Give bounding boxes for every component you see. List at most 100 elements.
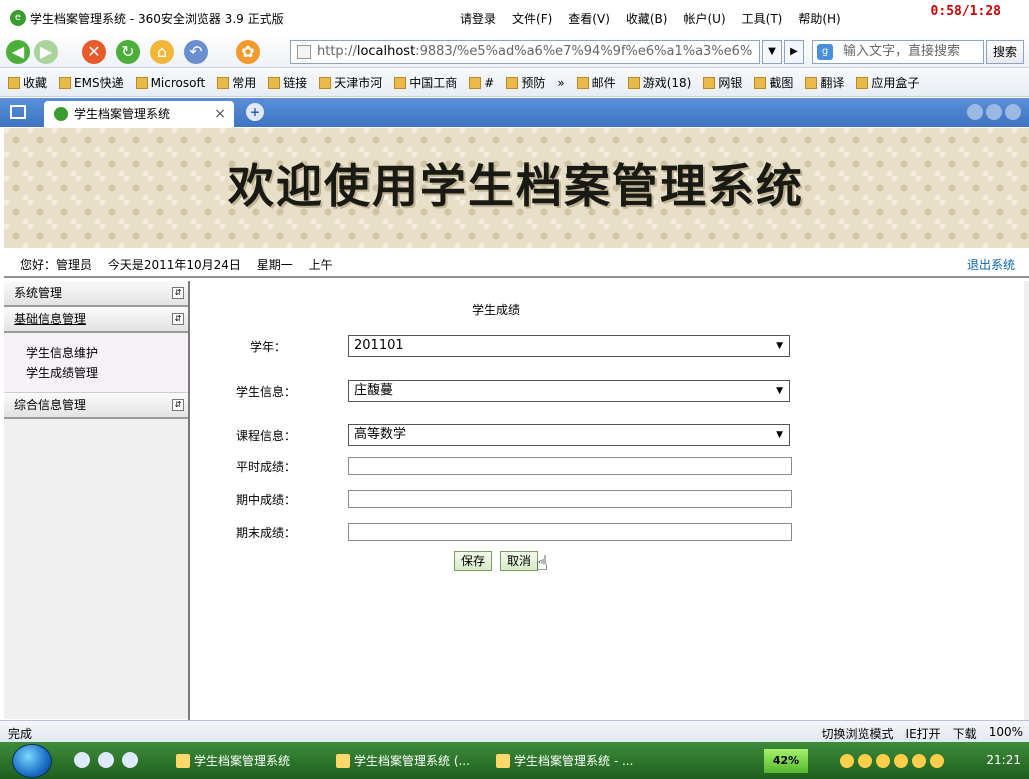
- hand-cursor-icon: ☝: [536, 551, 549, 575]
- undo-close-icon[interactable]: ↶: [184, 40, 208, 64]
- bank-icon: [703, 76, 716, 89]
- menu-account[interactable]: 帐户(U): [683, 10, 725, 27]
- taskbar-item-browser[interactable]: 学生档案管理系统 - ...: [492, 748, 647, 774]
- ie-open-button[interactable]: IE打开: [906, 725, 941, 742]
- window-title: 学生档案管理系统 - 360安全浏览器 3.9 正式版: [30, 11, 284, 26]
- bookmark-favorites[interactable]: 收藏: [8, 74, 47, 91]
- tab-scroll-controls: [967, 104, 1021, 120]
- sidebar-item-student-info[interactable]: 学生信息维护: [26, 343, 188, 363]
- menu-system-management[interactable]: 系统管理 ⇵: [4, 281, 188, 307]
- bookmark-hash[interactable]: #: [469, 76, 494, 90]
- paw-icon[interactable]: ✿: [236, 40, 260, 64]
- menu-favorites[interactable]: 收藏(B): [626, 10, 668, 27]
- address-host: localhost: [356, 44, 416, 59]
- start-button[interactable]: [12, 744, 52, 778]
- menu-tools[interactable]: 工具(T): [742, 10, 783, 27]
- status-text: 完成: [8, 727, 33, 741]
- final-score-input[interactable]: [348, 523, 792, 541]
- tab-list-icon[interactable]: [1005, 104, 1021, 120]
- sidebar-item-score-management[interactable]: 学生成绩管理: [26, 363, 188, 383]
- bookmark-translate[interactable]: 翻译: [805, 74, 844, 91]
- greeting-line: 您好：管理员 今天是2011年10月24日 星期一 上午: [20, 256, 345, 273]
- bookmark-common[interactable]: 常用: [217, 74, 256, 91]
- search-engine-icon[interactable]: g: [817, 44, 833, 60]
- tab-student-archive[interactable]: 学生档案管理系统 ×: [44, 101, 234, 127]
- zoom-level[interactable]: 100%: [989, 725, 1023, 742]
- bookmark-ems[interactable]: EMS快递: [59, 74, 124, 91]
- taskbar-clock: 21:21: [986, 753, 1021, 767]
- bookmark-games[interactable]: 游戏(18): [627, 74, 691, 91]
- refresh-icon[interactable]: ↻: [116, 40, 140, 64]
- tray-icon[interactable]: [876, 754, 890, 768]
- student-select[interactable]: 庄馥蔓 ▼: [348, 380, 790, 402]
- bookmark-screenshot[interactable]: 截图: [754, 74, 793, 91]
- go-arrow-icon[interactable]: ▶: [784, 40, 804, 64]
- address-bar[interactable]: http://localhost:9883/%e5%ad%a6%e7%94%9f…: [290, 40, 760, 64]
- taskbar-item-project[interactable]: 学生档案管理系统 (...: [332, 748, 487, 774]
- taskbar-item-folder[interactable]: 学生档案管理系统: [172, 748, 322, 774]
- bookmark-tianjin[interactable]: 天津市河: [319, 74, 382, 91]
- bookmark-bank[interactable]: 网银: [703, 74, 742, 91]
- bookmark-prevention[interactable]: 预防: [506, 74, 545, 91]
- bookmarks-overflow[interactable]: »: [557, 76, 564, 90]
- quick-launch: [74, 752, 138, 768]
- project-icon: [336, 754, 350, 768]
- menu-basic-info-management[interactable]: 基础信息管理 ⇵: [4, 307, 188, 333]
- weekday-text: 星期一: [256, 258, 293, 272]
- switch-mode-button[interactable]: 切换浏览模式: [822, 725, 894, 742]
- tray-icon[interactable]: [840, 754, 854, 768]
- menu-file[interactable]: 文件(F): [512, 10, 552, 27]
- page-icon: [394, 76, 407, 89]
- tab-close-icon[interactable]: ×: [214, 101, 226, 127]
- bookmark-links[interactable]: 链接: [268, 74, 307, 91]
- expand-icon[interactable]: ⇵: [172, 313, 184, 325]
- sidebar-toggle-icon[interactable]: [10, 105, 26, 119]
- bookmark-icbc[interactable]: 中国工商: [394, 74, 457, 91]
- usual-score-label: 平时成绩：: [236, 460, 297, 474]
- new-tab-icon[interactable]: +: [246, 103, 264, 121]
- main-content: 学生成绩 学年： 201101 ▼ 学生信息： 庄馥蔓 ▼ 课程信息： 高等数学…: [188, 281, 1024, 720]
- browser-logo-icon: e: [10, 10, 26, 26]
- user-info-bar: 您好：管理员 今天是2011年10月24日 星期一 上午 退出系统: [4, 248, 1029, 278]
- year-select[interactable]: 201101 ▼: [348, 335, 790, 357]
- tray-icon[interactable]: [858, 754, 872, 768]
- menu-help[interactable]: 帮助(H): [798, 10, 840, 27]
- forward-icon[interactable]: ▶: [34, 40, 58, 64]
- bookmark-appbox[interactable]: 应用盒子: [856, 74, 919, 91]
- address-prefix: http://: [317, 44, 357, 59]
- search-input[interactable]: g 输入文字，直接搜索: [812, 40, 984, 64]
- form-title: 学生成绩: [472, 303, 521, 317]
- tab-scroll-right-icon[interactable]: [986, 104, 1002, 120]
- bookmark-mail[interactable]: 邮件: [576, 74, 616, 91]
- save-button[interactable]: 保存: [454, 551, 492, 571]
- address-dropdown-icon[interactable]: ▼: [762, 40, 782, 64]
- folder-icon: [506, 76, 519, 89]
- menu-comprehensive-info[interactable]: 综合信息管理 ⇵: [4, 393, 188, 419]
- home-icon[interactable]: ⌂: [150, 40, 174, 64]
- midterm-score-input[interactable]: [348, 490, 792, 508]
- search-icon[interactable]: [98, 752, 114, 768]
- search-button[interactable]: 搜索: [986, 40, 1024, 64]
- logout-link[interactable]: 退出系统: [967, 256, 1015, 273]
- tab-scroll-left-icon[interactable]: [967, 104, 983, 120]
- cancel-button[interactable]: 取消: [500, 551, 538, 571]
- expand-icon[interactable]: ⇵: [172, 287, 184, 299]
- course-select[interactable]: 高等数学 ▼: [348, 424, 790, 446]
- usual-score-input[interactable]: [348, 457, 792, 475]
- bookmark-microsoft[interactable]: Microsoft: [135, 76, 205, 90]
- menu-login[interactable]: 请登录: [460, 10, 496, 27]
- browser-icon: [496, 754, 510, 768]
- flag-icon[interactable]: [122, 752, 138, 768]
- bookmarks-bar: 收藏 EMS快递 Microsoft 常用 链接 天津市河 中国工商 # 预防 …: [0, 69, 1029, 97]
- tray-icon[interactable]: [912, 754, 926, 768]
- tray-icon[interactable]: [894, 754, 908, 768]
- tray-icon[interactable]: [930, 754, 944, 768]
- sidebar-blank-area: [4, 419, 188, 719]
- page-banner: 欢迎使用学生档案管理系统: [4, 128, 1029, 248]
- back-icon[interactable]: ◀: [6, 40, 30, 64]
- menu-view[interactable]: 查看(V): [568, 10, 610, 27]
- download-button[interactable]: 下载: [953, 725, 977, 742]
- ie-icon[interactable]: [74, 752, 90, 768]
- expand-icon[interactable]: ⇵: [172, 399, 184, 411]
- stop-icon[interactable]: ✕: [82, 40, 106, 64]
